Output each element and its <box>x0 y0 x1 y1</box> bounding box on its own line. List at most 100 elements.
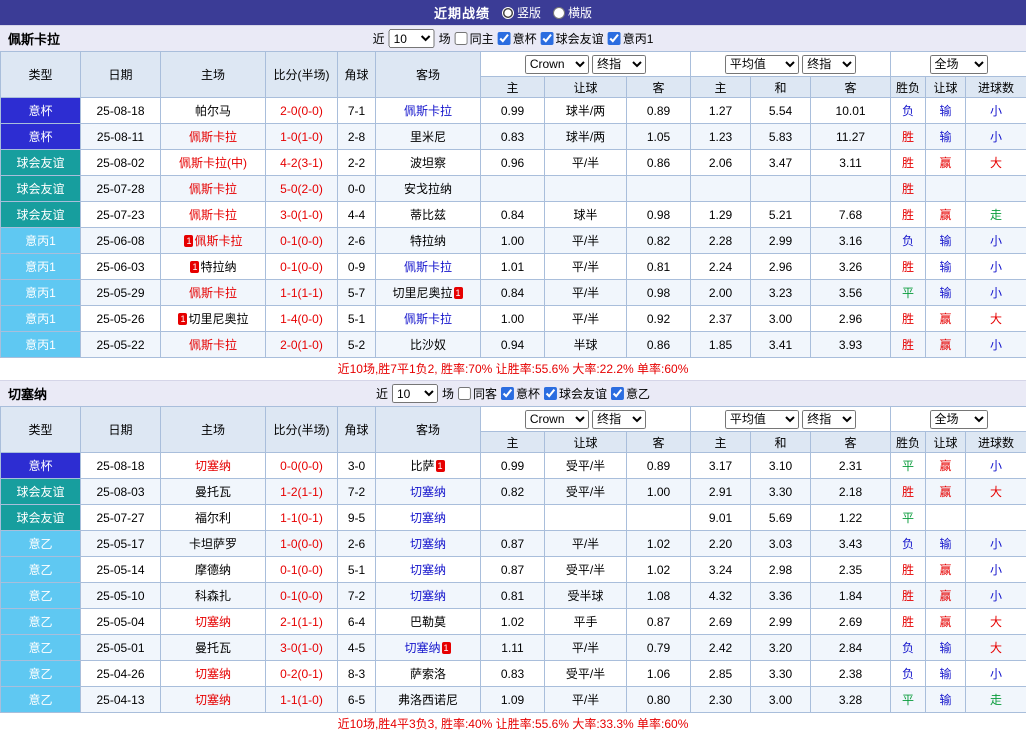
away-team-name[interactable]: 切塞纳 <box>410 485 446 499</box>
away-team-cell[interactable]: 里米尼 <box>376 124 481 150</box>
vertical-radio[interactable] <box>502 7 514 19</box>
away-team-name[interactable]: 切塞纳 <box>404 641 440 655</box>
away-team-name[interactable]: 切里尼奥拉 <box>392 286 452 300</box>
away-team-cell[interactable]: 安戈拉纳 <box>376 176 481 202</box>
score-cell[interactable]: 0-0(0-0) <box>266 453 338 479</box>
home-team-name[interactable]: 佩斯卡拉 <box>189 286 237 300</box>
away-team-cell[interactable]: 波坦察 <box>376 150 481 176</box>
comp-filter-cup[interactable]: 意杯 <box>501 385 540 402</box>
bookmaker-select[interactable]: Crown <box>525 410 589 429</box>
away-team-name[interactable]: 里米尼 <box>410 130 446 144</box>
comp-filter-friendly[interactable]: 球会友谊 <box>541 30 604 47</box>
score-cell[interactable]: 0-1(0-0) <box>266 228 338 254</box>
score-cell[interactable]: 0-1(0-0) <box>266 557 338 583</box>
home-team-cell[interactable]: 1切里尼奥拉 <box>161 306 266 332</box>
home-team-name[interactable]: 摩德纳 <box>195 563 231 577</box>
away-team-name[interactable]: 萨索洛 <box>410 667 446 681</box>
score-cell[interactable]: 1-1(1-0) <box>266 687 338 713</box>
home-team-name[interactable]: 曼托瓦 <box>195 641 231 655</box>
away-team-name[interactable]: 特拉纳 <box>410 234 446 248</box>
scope-select[interactable]: 全场 <box>930 410 988 429</box>
away-team-name[interactable]: 比萨 <box>410 459 434 473</box>
home-team-name[interactable]: 佩斯卡拉(中) <box>179 156 247 170</box>
away-team-name[interactable]: 巴勒莫 <box>410 615 446 629</box>
away-team-name[interactable]: 切塞纳 <box>410 537 446 551</box>
away-team-cell[interactable]: 切塞纳1 <box>376 635 481 661</box>
layout-option-vertical[interactable]: 竖版 <box>502 4 541 21</box>
odds-mode-select[interactable]: 终指 <box>592 410 646 429</box>
comp-filter-friendly[interactable]: 球会友谊 <box>544 385 607 402</box>
match-count-select[interactable]: 10 <box>392 384 438 403</box>
home-team-cell[interactable]: 佩斯卡拉 <box>161 176 266 202</box>
home-team-name[interactable]: 佩斯卡拉 <box>189 182 237 196</box>
away-team-name[interactable]: 佩斯卡拉 <box>404 312 452 326</box>
away-team-cell[interactable]: 切塞纳 <box>376 557 481 583</box>
comp-checkbox[interactable] <box>544 387 557 400</box>
home-team-cell[interactable]: 切塞纳 <box>161 687 266 713</box>
home-team-cell[interactable]: 1特拉纳 <box>161 254 266 280</box>
home-team-cell[interactable]: 佩斯卡拉 <box>161 202 266 228</box>
score-cell[interactable]: 1-1(1-1) <box>266 280 338 306</box>
home-team-cell[interactable]: 科森扎 <box>161 583 266 609</box>
away-team-name[interactable]: 佩斯卡拉 <box>404 260 452 274</box>
home-team-name[interactable]: 切塞纳 <box>195 693 231 707</box>
scope-select[interactable]: 全场 <box>930 55 988 74</box>
home-team-cell[interactable]: 卡坦萨罗 <box>161 531 266 557</box>
score-cell[interactable]: 4-2(3-1) <box>266 150 338 176</box>
score-cell[interactable]: 3-0(1-0) <box>266 202 338 228</box>
same-venue-filter[interactable]: 同客 <box>458 385 497 402</box>
match-count-select[interactable]: 10 <box>389 29 435 48</box>
score-cell[interactable]: 0-1(0-0) <box>266 254 338 280</box>
score-cell[interactable]: 1-1(0-1) <box>266 505 338 531</box>
comp-filter-league[interactable]: 意乙 <box>611 385 650 402</box>
score-cell[interactable]: 0-2(0-1) <box>266 661 338 687</box>
same-venue-checkbox[interactable] <box>458 387 471 400</box>
away-team-name[interactable]: 切塞纳 <box>410 511 446 525</box>
home-team-name[interactable]: 佩斯卡拉 <box>189 130 237 144</box>
away-team-name[interactable]: 弗洛西诺尼 <box>398 693 458 707</box>
away-team-name[interactable]: 切塞纳 <box>410 589 446 603</box>
away-team-name[interactable]: 佩斯卡拉 <box>404 104 452 118</box>
comp-checkbox[interactable] <box>608 32 621 45</box>
same-venue-checkbox[interactable] <box>455 32 468 45</box>
home-team-name[interactable]: 佩斯卡拉 <box>189 208 237 222</box>
away-team-cell[interactable]: 巴勒莫 <box>376 609 481 635</box>
score-cell[interactable]: 3-0(1-0) <box>266 635 338 661</box>
avg-mode-select[interactable]: 终指 <box>802 55 856 74</box>
home-team-cell[interactable]: 切塞纳 <box>161 453 266 479</box>
home-team-cell[interactable]: 曼托瓦 <box>161 479 266 505</box>
home-team-cell[interactable]: 切塞纳 <box>161 661 266 687</box>
bookmaker-select[interactable]: Crown <box>525 55 589 74</box>
score-cell[interactable]: 2-0(1-0) <box>266 332 338 358</box>
home-team-name[interactable]: 科森扎 <box>195 589 231 603</box>
comp-checkbox[interactable] <box>541 32 554 45</box>
away-team-name[interactable]: 安戈拉纳 <box>404 182 452 196</box>
away-team-cell[interactable]: 特拉纳 <box>376 228 481 254</box>
average-select[interactable]: 平均值 <box>725 410 799 429</box>
away-team-cell[interactable]: 比萨1 <box>376 453 481 479</box>
away-team-cell[interactable]: 佩斯卡拉 <box>376 98 481 124</box>
home-team-name[interactable]: 帕尔马 <box>195 104 231 118</box>
away-team-cell[interactable]: 比沙奴 <box>376 332 481 358</box>
home-team-name[interactable]: 曼托瓦 <box>195 485 231 499</box>
away-team-cell[interactable]: 蒂比兹 <box>376 202 481 228</box>
away-team-cell[interactable]: 佩斯卡拉 <box>376 254 481 280</box>
home-team-cell[interactable]: 曼托瓦 <box>161 635 266 661</box>
score-cell[interactable]: 2-1(1-1) <box>266 609 338 635</box>
comp-checkbox[interactable] <box>498 32 511 45</box>
home-team-cell[interactable]: 福尔利 <box>161 505 266 531</box>
comp-filter-league[interactable]: 意丙1 <box>608 30 654 47</box>
home-team-cell[interactable]: 佩斯卡拉(中) <box>161 150 266 176</box>
odds-mode-select[interactable]: 终指 <box>592 55 646 74</box>
home-team-cell[interactable]: 1佩斯卡拉 <box>161 228 266 254</box>
home-team-name[interactable]: 切塞纳 <box>195 615 231 629</box>
away-team-name[interactable]: 波坦察 <box>410 156 446 170</box>
score-cell[interactable]: 5-0(2-0) <box>266 176 338 202</box>
away-team-cell[interactable]: 萨索洛 <box>376 661 481 687</box>
home-team-cell[interactable]: 佩斯卡拉 <box>161 280 266 306</box>
away-team-name[interactable]: 切塞纳 <box>410 563 446 577</box>
away-team-cell[interactable]: 切塞纳 <box>376 531 481 557</box>
home-team-cell[interactable]: 切塞纳 <box>161 609 266 635</box>
home-team-name[interactable]: 切塞纳 <box>195 459 231 473</box>
average-select[interactable]: 平均值 <box>725 55 799 74</box>
